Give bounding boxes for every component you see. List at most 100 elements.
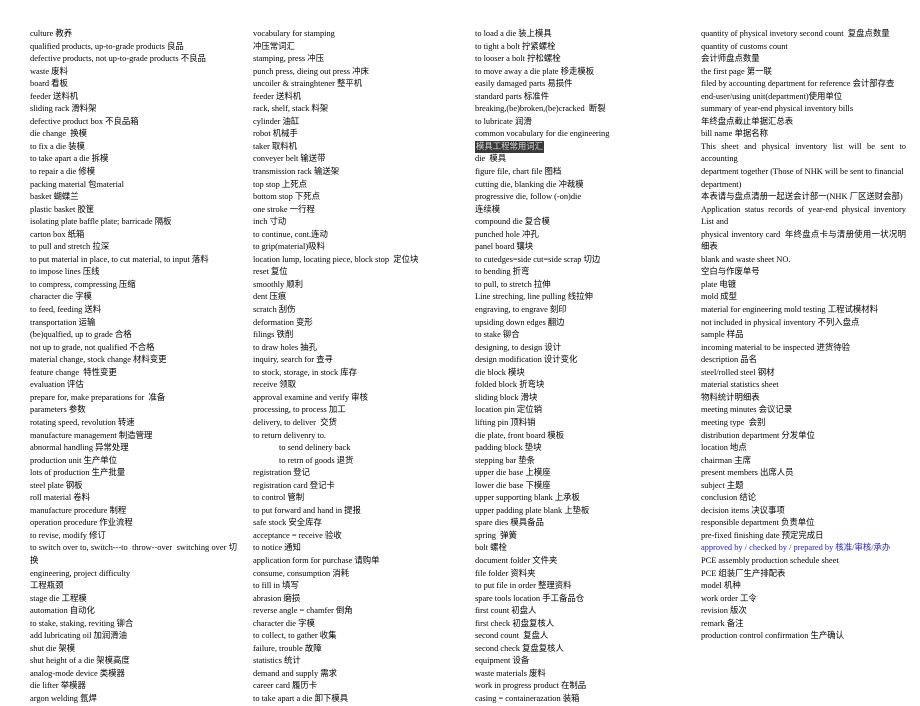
glossary-entry: bottom stop 下死点 (253, 192, 321, 202)
glossary-entry: mold 成型 (700, 292, 738, 302)
glossary-entry: one stroke 一行程 (253, 204, 315, 214)
glossary-entry: add lubricating oil 加润滑油 (30, 631, 127, 641)
glossary-entry: to bending 折弯 (475, 267, 530, 277)
glossary-entry: to stake, staking, reviting 铆合 (30, 618, 134, 628)
glossary-entry: dent 压痕 (253, 292, 287, 302)
glossary-entry: lifting pin 顶料销 (475, 417, 536, 427)
glossary-entry: manufacture management 制造管理 (30, 430, 153, 440)
selected-text: 模具工程常用词汇 (475, 140, 544, 154)
glossary-entry: first count 初盘人 (475, 606, 537, 616)
glossary-entry: shut height of a die 架模高度 (30, 656, 130, 666)
glossary-entry: approved by / checked by / prepared by 核… (701, 542, 906, 555)
glossary-entry: remark 备注 (700, 618, 744, 628)
glossary-entry: to put forward and hand in 提报 (253, 505, 361, 515)
glossary-entry: cylinder 油缸 (253, 116, 300, 126)
glossary-entry: die lifter 举模器 (30, 681, 86, 691)
glossary-entry: taker 取料机 (253, 141, 297, 151)
glossary-entry: material change, stock change 材料变更 (30, 355, 167, 365)
glossary-entry: bolt 螺栓 (475, 543, 507, 553)
glossary-column-2: vocabulary for stamping 冲压常词汇 stamping, pr… (243, 28, 466, 706)
glossary-entry: parameters 参数 (30, 405, 86, 415)
glossary-entry: to fill in 填写 (253, 581, 299, 591)
glossary-entry: 物料统计明细表 (700, 392, 760, 402)
glossary-entry: to load a die 装上模具 (475, 29, 552, 38)
glossary-entry: the first page 第一联 (700, 66, 772, 76)
glossary-entry: consume, consumption 消耗 (253, 568, 350, 578)
glossary-entry: blank and waste sheet NO. (700, 254, 791, 264)
glossary-entry: Line streching, line pulling 线拉伸 (475, 292, 593, 302)
glossary-entry: 连续模 (475, 204, 501, 214)
glossary-entry: 工程瓶颈 (30, 581, 64, 591)
glossary-entry: inch 寸动 (253, 217, 287, 227)
glossary-entry: to collect, to gather 收集 (253, 631, 337, 641)
glossary-entry: location 地点 (700, 443, 747, 453)
glossary-entry: approval examine and verify 审核 (253, 392, 368, 402)
glossary-entry: abrasion 磨损 (253, 593, 301, 603)
glossary-entry: lots of production 生产批量 (30, 468, 126, 478)
glossary-entry: plastic basket 胶筐 (30, 204, 95, 214)
glossary-entry: analog-mode device 类模器 (30, 668, 125, 678)
glossary-entry: qualified products, up-to-grade products… (30, 41, 184, 51)
glossary-entry: argon welding 氩焊 (30, 693, 97, 703)
glossary-entry: quantity of physical invetory second cou… (700, 29, 890, 38)
glossary-entry: (be)qualfied, up to grade 合格 (30, 330, 132, 340)
glossary-entry: steel/rolled steel 钢材 (700, 367, 775, 377)
glossary-entry: easily damaged parts 易损件 (475, 79, 573, 89)
glossary-entry: department) (700, 179, 742, 189)
glossary-entry: 年终盘点截止单据汇总表 (700, 116, 794, 126)
glossary-entry: responsible department 负责单位 (700, 518, 815, 528)
glossary-entry: 空白与作废单号 (700, 267, 760, 277)
glossary-entry: not up to grade, not qualified 不合格 (30, 342, 155, 352)
glossary-entry: stamping, press 冲压 (253, 54, 324, 64)
glossary-entry: to impose lines 压线 (30, 267, 100, 277)
glossary-entry: work in progress product 在制品 (475, 681, 587, 691)
glossary-entry: summary of year-end physical inventory b… (700, 104, 854, 114)
glossary-entry: material for engineering mold testing 工程… (700, 305, 878, 315)
glossary-entry: career card 履历卡 (253, 681, 318, 691)
glossary-entry: to stake 铆合 (475, 330, 520, 340)
glossary-entry: production control confirmation 生产确认 (700, 631, 844, 641)
glossary-entry: die change 换模 (30, 129, 87, 139)
glossary-entry: automation 自动化 (30, 606, 95, 616)
glossary-entry: isolating plate baffle plate; barricade … (30, 217, 172, 227)
glossary-entry: receive 领取 (253, 380, 297, 390)
glossary-entry: upper die base 上模座 (475, 468, 551, 478)
glossary-entry: upper padding plate blank 上垫板 (475, 505, 590, 515)
highlighted-text: approved by / checked by / prepared by 核… (700, 543, 891, 553)
glossary-entry: location lump, locating piece, block sto… (253, 254, 419, 264)
glossary-entry: to feed, feeding 送料 (30, 305, 102, 315)
glossary-entry: PCE 组装厂生产排配表 (700, 568, 786, 578)
glossary-entry: document folder 文件夹 (475, 555, 558, 565)
glossary-entry: model 机种 (700, 581, 741, 591)
glossary-entry: to cutedges=side cut=side scrap 切边 (475, 254, 601, 264)
glossary-entry: to put material in place, to cut materia… (30, 254, 209, 264)
glossary-entry: 冲压常词汇 (253, 41, 295, 51)
glossary-entry: uncoiler & strainghtener 整平机 (253, 79, 363, 89)
glossary-entry: character die 字模 (253, 618, 315, 628)
glossary-entry: pre-fixed finishing date 预定完成日 (700, 530, 824, 540)
glossary-entry: to retrn of goods 退货 (279, 455, 354, 465)
glossary-column-4: quantity of physical invetory second cou… (691, 28, 914, 643)
glossary-entry: shut die 架模 (30, 643, 76, 653)
glossary-entry: folded block 折弯块 (475, 380, 545, 390)
glossary-entry: location pin 定位销 (475, 405, 542, 415)
glossary-entry: sliding rack 滑料架 (30, 104, 97, 114)
glossary-entry: equipment 设备 (475, 656, 530, 666)
glossary-entry: material statistics sheet (700, 380, 779, 390)
glossary-entry: to tight a bolt 拧紧螺栓 (475, 41, 556, 51)
glossary-entry: PCE assembly production schedule sheet (700, 555, 839, 565)
glossary-entry: standard parts 标准件 (475, 91, 549, 101)
glossary-entry: upper supporting blank 上承板 (475, 493, 580, 503)
glossary-entry: defective product box 不良品箱 (30, 116, 139, 126)
glossary-entry: Application status records of year-end p… (700, 204, 909, 227)
glossary-entry: to continue, cont.连动 (253, 229, 328, 239)
glossary-column-1: culture 教养 qualified products, up-to-grad… (6, 28, 243, 706)
glossary-entry: vocabulary for stamping (253, 29, 335, 38)
glossary-entry: bill name 单据名称 (700, 129, 768, 139)
glossary-entry: die plate, front board 模板 (475, 430, 565, 440)
glossary-entry: to draw holes 抽孔 (253, 342, 317, 352)
glossary-entry: waste 废料 (30, 66, 68, 76)
glossary-entry: designing, to design 设计 (475, 342, 562, 352)
glossary-entry: to pull and stretch 拉深 (30, 242, 110, 252)
glossary-entry: sample 样品 (700, 330, 744, 340)
